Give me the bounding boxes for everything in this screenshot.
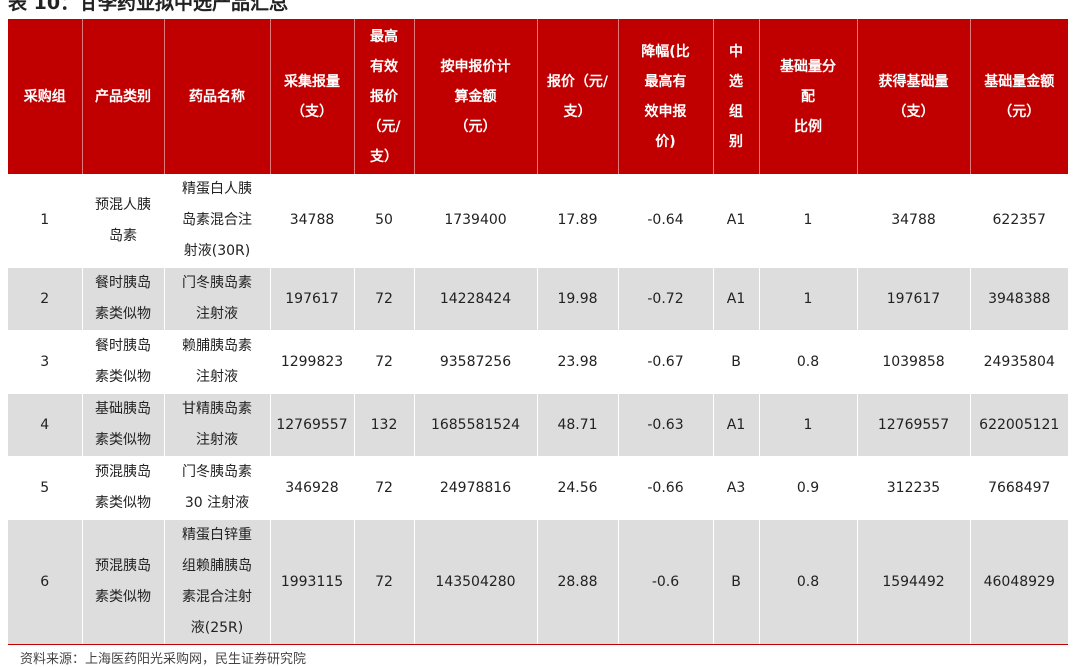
cell-base-allocation-ratio: 0.9	[759, 456, 858, 520]
header-purchase-group: 采购组	[8, 19, 83, 174]
table-body: 1 预混人胰 岛素 精蛋白人胰 岛素混合注 射液(30R) 34788 50 173940…	[8, 174, 1068, 645]
cell-drug-name: 甘精胰岛素 注射液	[164, 393, 271, 457]
header-product-category: 产品类别	[82, 19, 165, 174]
cell-declared-amount: 24978816	[414, 456, 538, 520]
header-drug-name: 药品名称	[164, 19, 271, 174]
cell-base-allocation-ratio: 1	[759, 267, 858, 331]
cell-base-amount: 3948388	[970, 267, 1068, 331]
header-base-quantity: 获得基础量 （支）	[857, 19, 971, 174]
table-row: 4 基础胰岛 素类似物 甘精胰岛素 注射液 12769557 132 1685581524…	[8, 393, 1068, 457]
table-title: 表 10：甘李药业拟中选产品汇总	[8, 0, 289, 14]
cell-drug-name: 精蛋白人胰 岛素混合注 射液(30R)	[164, 174, 271, 268]
cell-base-quantity: 197617	[857, 267, 971, 331]
cell-product-category: 预混胰岛 素类似物	[82, 456, 165, 520]
cell-max-valid-price: 72	[354, 519, 415, 645]
source-note: 资料来源：上海医药阳光采购网，民生证券研究院	[20, 652, 307, 667]
table-row: 3 餐时胰岛 素类似物 赖脯胰岛素 注射液 1299823 72 93587256 23.9…	[8, 330, 1068, 394]
cell-max-valid-price: 50	[354, 174, 415, 268]
cell-declared-amount: 14228424	[414, 267, 538, 331]
cell-price-drop: -0.6	[618, 519, 714, 645]
cell-max-valid-price: 72	[354, 456, 415, 520]
table-row: 5 预混胰岛 素类似物 门冬胰岛素 30 注射液 346928 72 24978816 24…	[8, 456, 1068, 520]
table-row: 1 预混人胰 岛素 精蛋白人胰 岛素混合注 射液(30R) 34788 50 173940…	[8, 174, 1068, 268]
cell-bid-price: 19.98	[537, 267, 619, 331]
cell-base-quantity: 12769557	[857, 393, 971, 457]
header-selected-group: 中 选 组 别	[713, 19, 760, 174]
cell-price-drop: -0.72	[618, 267, 714, 331]
cell-base-quantity: 1039858	[857, 330, 971, 394]
cell-base-allocation-ratio: 1	[759, 393, 858, 457]
cell-purchase-group: 1	[8, 174, 83, 268]
cell-price-drop: -0.67	[618, 330, 714, 394]
cell-bid-price: 24.56	[537, 456, 619, 520]
cell-purchase-quantity: 197617	[270, 267, 355, 331]
cell-declared-amount: 93587256	[414, 330, 538, 394]
cell-base-amount: 622357	[970, 174, 1068, 268]
cell-declared-amount: 1739400	[414, 174, 538, 268]
cell-base-amount: 622005121	[970, 393, 1068, 457]
cell-purchase-group: 5	[8, 456, 83, 520]
header-max-valid-price: 最高 有效 报价 （元/ 支）	[354, 19, 415, 174]
header-base-allocation-ratio: 基础量分 配 比例	[759, 19, 858, 174]
cell-price-drop: -0.63	[618, 393, 714, 457]
cell-drug-name: 门冬胰岛素 注射液	[164, 267, 271, 331]
cell-product-category: 餐时胰岛 素类似物	[82, 267, 165, 331]
cell-base-quantity: 312235	[857, 456, 971, 520]
cell-bid-price: 48.71	[537, 393, 619, 457]
cell-selected-group: A1	[713, 393, 760, 457]
table-row: 6 预混胰岛 素类似物 精蛋白锌重 组赖脯胰岛 素混合注射 液(25R) 199311…	[8, 519, 1068, 645]
cell-bid-price: 28.88	[537, 519, 619, 645]
cell-bid-price: 17.89	[537, 174, 619, 268]
cell-declared-amount: 1685581524	[414, 393, 538, 457]
cell-drug-name: 精蛋白锌重 组赖脯胰岛 素混合注射 液(25R)	[164, 519, 271, 645]
cell-max-valid-price: 72	[354, 267, 415, 331]
cell-base-amount: 7668497	[970, 456, 1068, 520]
cell-max-valid-price: 72	[354, 330, 415, 394]
cell-selected-group: B	[713, 519, 760, 645]
cell-purchase-group: 2	[8, 267, 83, 331]
cell-price-drop: -0.66	[618, 456, 714, 520]
cell-purchase-quantity: 346928	[270, 456, 355, 520]
cell-bid-price: 23.98	[537, 330, 619, 394]
cell-base-amount: 24935804	[970, 330, 1068, 394]
cell-purchase-quantity: 1299823	[270, 330, 355, 394]
cell-price-drop: -0.64	[618, 174, 714, 268]
cell-purchase-group: 4	[8, 393, 83, 457]
cell-base-allocation-ratio: 1	[759, 174, 858, 268]
header-declared-amount: 按申报价计 算金额 （元）	[414, 19, 538, 174]
cell-drug-name: 赖脯胰岛素 注射液	[164, 330, 271, 394]
cell-declared-amount: 143504280	[414, 519, 538, 645]
cell-purchase-group: 3	[8, 330, 83, 394]
cell-purchase-group: 6	[8, 519, 83, 645]
cell-product-category: 基础胰岛 素类似物	[82, 393, 165, 457]
cell-base-allocation-ratio: 0.8	[759, 330, 858, 394]
cell-selected-group: A3	[713, 456, 760, 520]
cell-base-quantity: 1594492	[857, 519, 971, 645]
header-base-amount: 基础量金额 （元）	[970, 19, 1068, 174]
header-bid-price: 报价（元/ 支）	[537, 19, 619, 174]
cell-purchase-quantity: 1993115	[270, 519, 355, 645]
cell-product-category: 餐时胰岛 素类似物	[82, 330, 165, 394]
header-purchase-quantity: 采集报量 （支）	[270, 19, 355, 174]
cell-base-amount: 46048929	[970, 519, 1068, 645]
table-header: 采购组 产品类别 药品名称 采集报量 （支） 最高 有效 报价 （元/ 支） 按…	[8, 19, 1068, 174]
table-row: 2 餐时胰岛 素类似物 门冬胰岛素 注射液 197617 72 14228424 19.98…	[8, 267, 1068, 331]
header-row: 采购组 产品类别 药品名称 采集报量 （支） 最高 有效 报价 （元/ 支） 按…	[8, 19, 1068, 174]
cell-max-valid-price: 132	[354, 393, 415, 457]
cell-purchase-quantity: 34788	[270, 174, 355, 268]
data-table: 采购组 产品类别 药品名称 采集报量 （支） 最高 有效 报价 （元/ 支） 按…	[8, 19, 1068, 645]
cell-base-quantity: 34788	[857, 174, 971, 268]
cell-product-category: 预混胰岛 素类似物	[82, 519, 165, 645]
cell-product-category: 预混人胰 岛素	[82, 174, 165, 268]
cell-base-allocation-ratio: 0.8	[759, 519, 858, 645]
cell-purchase-quantity: 12769557	[270, 393, 355, 457]
cell-drug-name: 门冬胰岛素 30 注射液	[164, 456, 271, 520]
cell-selected-group: A1	[713, 267, 760, 331]
cell-selected-group: A1	[713, 174, 760, 268]
header-price-drop: 降幅(比 最高有 效申报 价)	[618, 19, 714, 174]
cell-selected-group: B	[713, 330, 760, 394]
